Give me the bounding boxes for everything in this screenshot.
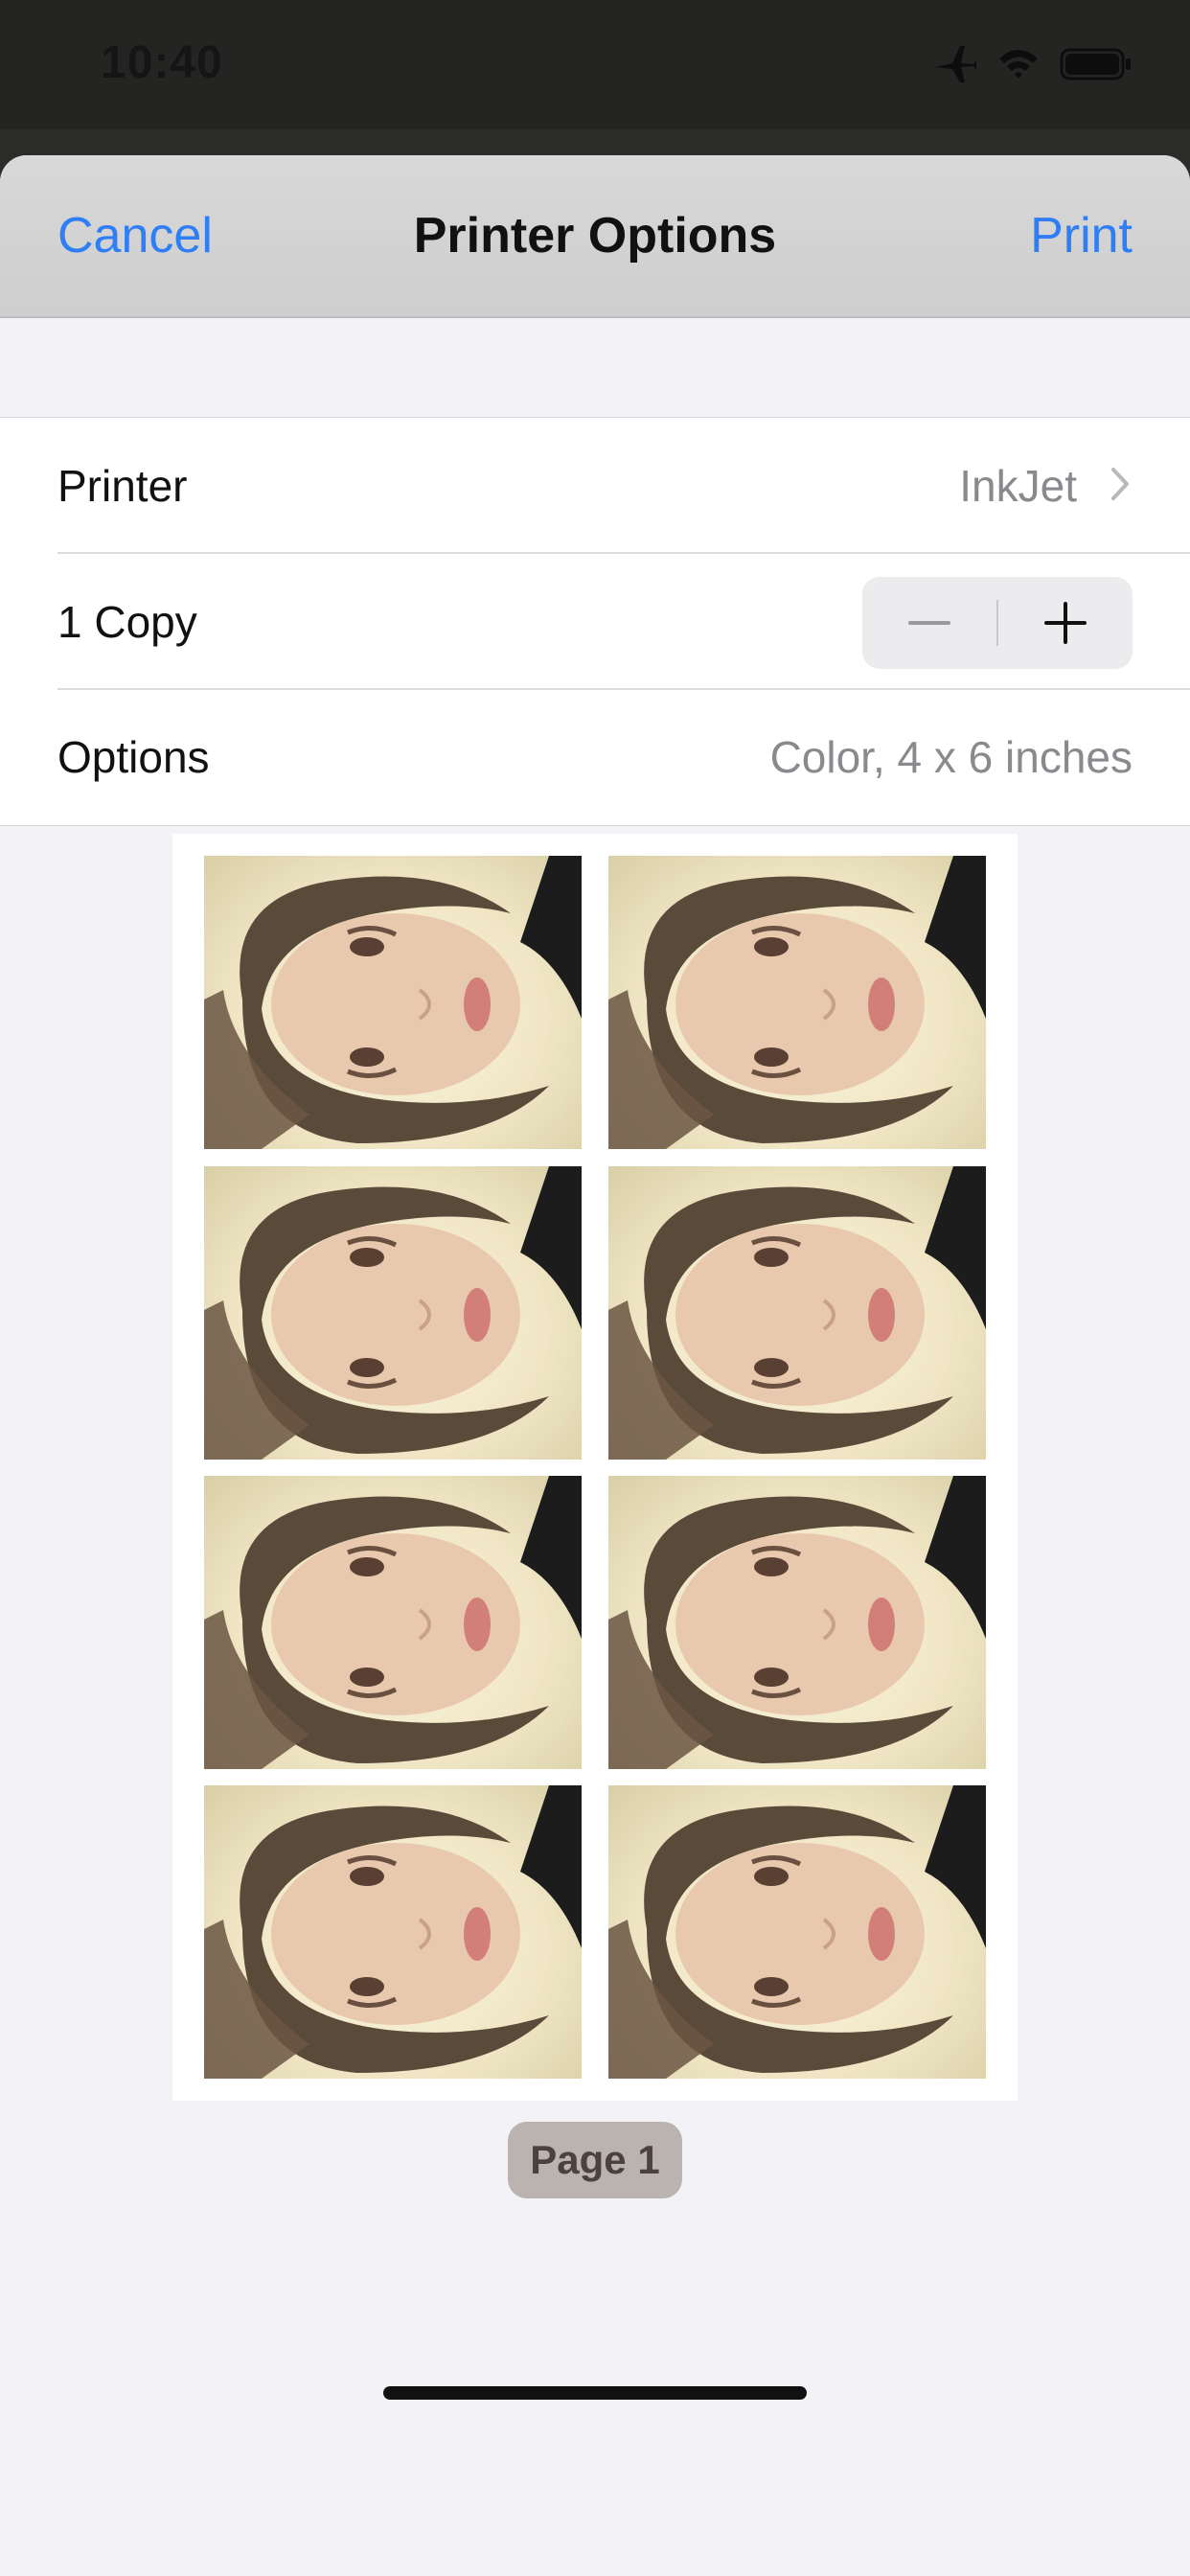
wifi-icon — [996, 47, 1041, 81]
copies-stepper[interactable] — [862, 577, 1133, 669]
chevron-right-icon — [1110, 466, 1131, 507]
copies-label: 1 Copy — [57, 597, 197, 647]
preview-photo — [608, 856, 986, 1149]
increment-button[interactable] — [998, 577, 1133, 669]
options-label: Options — [57, 732, 210, 782]
preview-photo — [608, 1166, 986, 1460]
status-time: 10:40 — [101, 37, 223, 88]
options-row[interactable]: Options Color, 4 x 6 inches — [0, 689, 1190, 823]
printer-row[interactable]: Printer InkJet — [0, 418, 1190, 552]
preview-photo — [608, 1785, 986, 2079]
airplane-icon — [933, 44, 977, 84]
printer-value: InkJet — [959, 461, 1077, 511]
print-button[interactable]: Print — [1030, 207, 1133, 264]
preview-photo — [204, 856, 582, 1149]
settings-group: Printer InkJet 1 Copy Options Color, 4 x… — [0, 417, 1190, 826]
copies-row: 1 Copy — [0, 554, 1190, 688]
printer-label: Printer — [57, 461, 188, 511]
page-title: Printer Options — [413, 208, 777, 264]
page-number-badge: Page 1 — [508, 2122, 682, 2198]
battery-icon — [1060, 47, 1133, 81]
status-bar: 10:40 — [0, 0, 1190, 129]
plus-icon — [998, 602, 1133, 672]
preview-photo — [204, 1166, 582, 1460]
print-preview-page[interactable] — [172, 834, 1018, 2101]
preview-photo — [608, 1476, 986, 1769]
minus-icon — [862, 621, 996, 672]
status-icons — [933, 43, 1133, 85]
nav-bar: Cancel Printer Options Print — [0, 155, 1190, 318]
preview-photo — [204, 1476, 582, 1769]
home-indicator[interactable] — [383, 2386, 807, 2400]
decrement-button[interactable] — [862, 577, 996, 669]
preview-photo — [204, 1785, 582, 2079]
options-value: Color, 4 x 6 inches — [769, 732, 1133, 782]
